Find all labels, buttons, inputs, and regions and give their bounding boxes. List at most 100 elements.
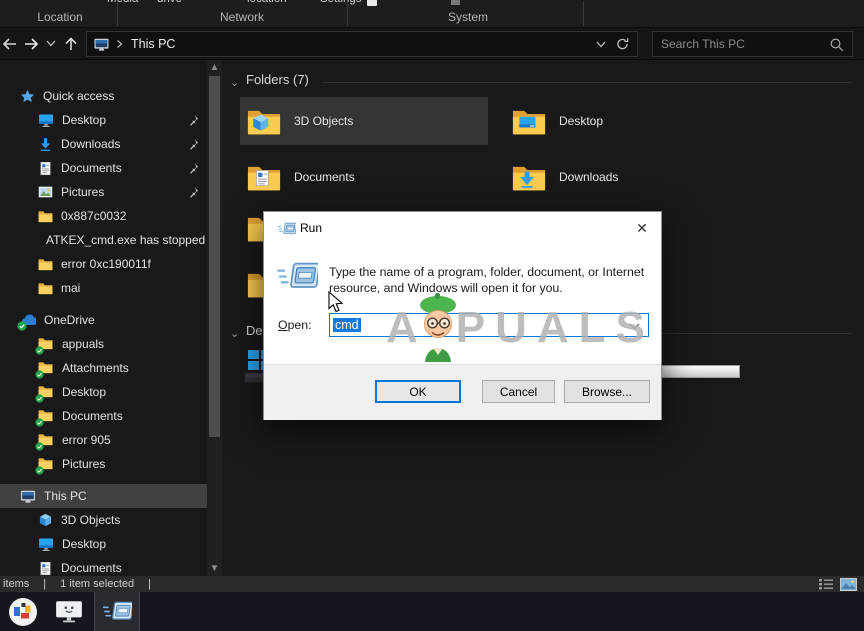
desktop-icon (38, 113, 54, 128)
sidebar-item-pictures[interactable]: Pictures (0, 180, 207, 204)
navigation-pane: Quick access Desktop Downloads Documents… (0, 60, 207, 576)
folders-section-header[interactable]: Folders (7) (246, 72, 309, 87)
run-command-value[interactable]: cmd (333, 318, 361, 332)
folder-icon (38, 258, 53, 271)
ribbon-partial-icon (451, 0, 460, 5)
sidebar-item-desktop[interactable]: Desktop (0, 532, 207, 556)
sidebar-item-documents[interactable]: Documents (0, 556, 207, 576)
status-divider: | (43, 578, 46, 590)
taskbar-app-monitor[interactable] (52, 592, 86, 631)
run-command-combobox[interactable]: cmd (329, 313, 649, 337)
ribbon-button-settings[interactable]: Settings (320, 0, 362, 5)
folder-tile-3d-objects[interactable]: 3D Objects (240, 97, 488, 145)
ribbon: Media drive location Settings Location N… (0, 0, 864, 28)
taskbar-app-run-explorer[interactable] (94, 592, 140, 631)
folder-tile-documents[interactable]: Documents (240, 153, 488, 201)
ribbon-separator (347, 1, 348, 26)
address-bar[interactable]: This PC (86, 31, 638, 57)
desktop-icon (38, 537, 54, 552)
large-icons-view-icon[interactable] (840, 578, 857, 591)
ribbon-separator (117, 1, 118, 26)
devices-section-chevron-icon[interactable]: ⌄ (230, 327, 239, 340)
folders-section-chevron-icon[interactable]: ⌄ (230, 76, 239, 89)
run-dialog-message: Type the name of a program, folder, docu… (329, 264, 644, 296)
pictures-icon (38, 185, 53, 199)
close-icon[interactable]: ✕ (633, 219, 651, 237)
downloads-folder-icon (511, 162, 547, 192)
folder-tile-desktop[interactable]: Desktop (505, 97, 753, 145)
sidebar-item-onedrive[interactable]: OneDrive (0, 308, 207, 332)
run-dialog-title: Run (300, 221, 322, 235)
ribbon-button-media[interactable]: Media (107, 0, 138, 5)
devices-section-header[interactable]: De (246, 323, 263, 338)
scroll-up-icon[interactable]: ▲ (209, 62, 220, 73)
sidebar-item-this-pc[interactable]: This PC (0, 484, 207, 508)
sidebar-item-folder-synced[interactable]: Documents (0, 404, 207, 428)
folder-tile-downloads[interactable]: Downloads (505, 153, 753, 201)
sidebar-item-folder-synced[interactable]: Attachments (0, 356, 207, 380)
cancel-button[interactable]: Cancel (482, 380, 555, 403)
up-button-icon[interactable] (63, 36, 79, 52)
scroll-down-icon[interactable]: ▼ (209, 563, 220, 574)
settings-icon (367, 0, 377, 6)
sidebar-item-folder[interactable]: ATKEX_cmd.exe has stopped wor (0, 228, 207, 252)
scrollbar-thumb[interactable] (209, 76, 220, 437)
sync-check-icon (35, 394, 44, 403)
navigation-bar: This PC (0, 28, 864, 60)
ok-button[interactable]: OK (375, 380, 461, 403)
sidebar-item-folder[interactable]: 0x887c0032 (0, 204, 207, 228)
sidebar-item-folder-synced[interactable]: appuals (0, 332, 207, 356)
status-bar: items | 1 item selected | (0, 576, 864, 592)
forward-button-icon[interactable] (24, 36, 41, 52)
sync-check-icon (35, 370, 44, 379)
sidebar-item-quick-access[interactable]: Quick access (0, 84, 207, 108)
breadcrumb[interactable]: This PC (131, 37, 175, 51)
search-box[interactable] (652, 31, 853, 57)
3d-objects-folder-icon (246, 106, 282, 136)
desktop-screen: Media drive location Settings Location N… (0, 0, 864, 631)
sidebar-item-downloads[interactable]: Downloads (0, 132, 207, 156)
sidebar-scrollbar[interactable]: ▲ ▼ (207, 60, 222, 576)
recent-locations-chevron-icon[interactable] (46, 40, 56, 47)
address-dropdown-chevron-icon[interactable] (596, 41, 606, 48)
status-divider: | (148, 578, 151, 590)
sidebar-item-folder-synced[interactable]: Desktop (0, 380, 207, 404)
3d-cube-icon (38, 513, 53, 527)
run-window-icon (102, 599, 132, 624)
search-input[interactable] (653, 37, 829, 51)
sidebar-item-desktop[interactable]: Desktop (0, 108, 207, 132)
refresh-icon[interactable] (616, 37, 629, 51)
sidebar-item-folder[interactable]: mai (0, 276, 207, 300)
sidebar-item-folder[interactable]: error 0xc190011f (0, 252, 207, 276)
ribbon-button-drive[interactable]: drive (157, 0, 182, 5)
pin-icon (187, 114, 199, 127)
breadcrumb-chevron-icon (116, 39, 123, 49)
run-dialog-titlebar[interactable]: Run ✕ (264, 212, 661, 244)
downloads-icon (38, 137, 53, 152)
monitor-smiley-icon (54, 599, 84, 625)
sidebar-item-3d-objects[interactable]: 3D Objects (0, 508, 207, 532)
ribbon-button-location[interactable]: location (247, 0, 287, 5)
ribbon-group-location: Location (0, 10, 120, 24)
sync-check-icon (35, 442, 44, 451)
back-button-icon[interactable] (0, 36, 17, 52)
colorful-app-icon (8, 597, 38, 627)
selection-count: 1 item selected (60, 578, 134, 590)
search-icon[interactable] (829, 37, 844, 52)
sidebar-item-documents[interactable]: Documents (0, 156, 207, 180)
this-pc-icon (93, 37, 110, 52)
taskbar-app-colorful[interactable] (6, 592, 40, 631)
sidebar-item-folder-synced[interactable]: error 905 (0, 428, 207, 452)
folder-icon (38, 282, 53, 295)
ribbon-group-network: Network (182, 10, 302, 24)
pin-icon (187, 186, 199, 199)
combobox-chevron-icon[interactable] (629, 323, 640, 330)
desktop-folder-icon (511, 106, 547, 136)
section-divider (322, 82, 852, 83)
browse-button[interactable]: Browse... (564, 380, 650, 403)
run-dialog-footer: OK Cancel Browse... (264, 364, 661, 420)
sidebar-item-folder-synced[interactable]: Pictures (0, 452, 207, 476)
documents-folder-icon (246, 162, 282, 192)
details-view-icon[interactable] (818, 578, 834, 590)
this-pc-icon (20, 489, 36, 504)
